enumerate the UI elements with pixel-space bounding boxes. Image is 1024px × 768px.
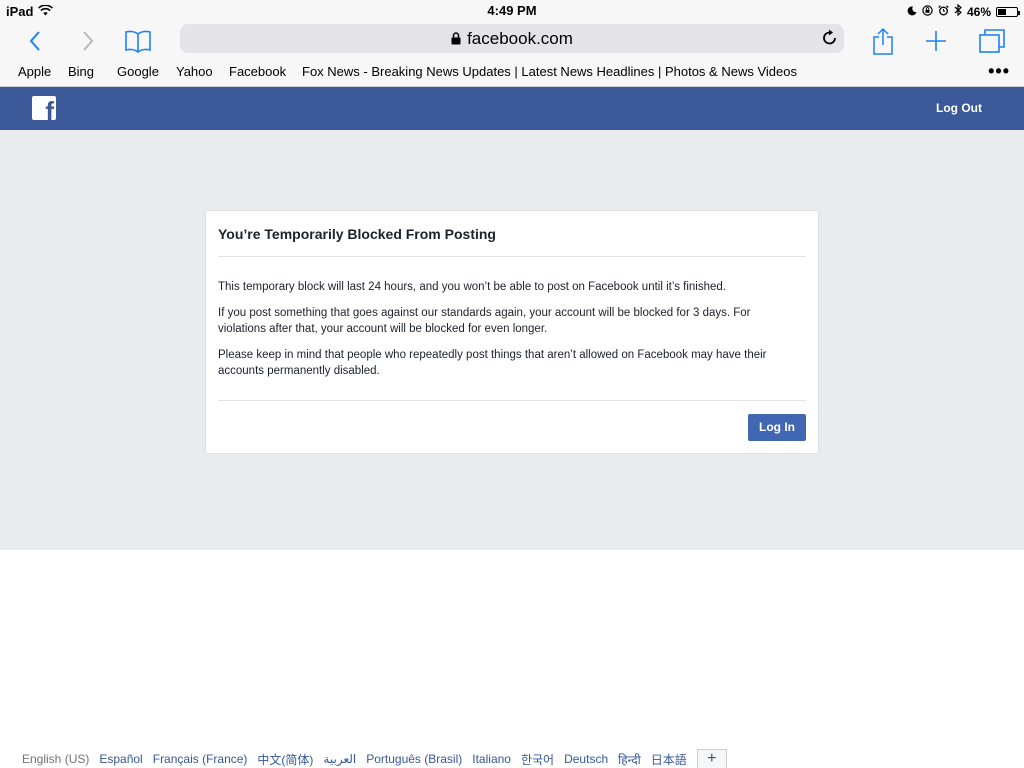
- login-button[interactable]: Log In: [748, 414, 806, 441]
- plus-icon: [926, 31, 946, 51]
- logout-link[interactable]: Log Out: [936, 101, 982, 115]
- favorite-link[interactable]: Bing: [68, 64, 94, 79]
- new-tab-button[interactable]: [919, 26, 953, 56]
- favorites-bar: Apple Bing Google Yahoo Facebook Fox New…: [0, 60, 1024, 87]
- dialog-paragraph: If you post something that goes against …: [218, 307, 751, 335]
- status-bar: iPad 4:49 PM 46%: [0, 0, 1024, 22]
- language-link[interactable]: Español: [99, 752, 142, 766]
- book-icon: [125, 30, 151, 53]
- share-icon: [873, 27, 893, 55]
- browser-toolbar: facebook.com: [0, 22, 1024, 60]
- language-current: English (US): [22, 752, 90, 766]
- forward-button[interactable]: [71, 26, 105, 56]
- facebook-logo-letter: f: [45, 96, 54, 120]
- share-button[interactable]: [866, 26, 900, 56]
- favorite-link[interactable]: Google: [117, 64, 159, 79]
- language-link[interactable]: हिन्दी: [618, 751, 641, 768]
- dialog-paragraph: This temporary block will last 24 hours,…: [218, 281, 726, 293]
- divider: [218, 256, 806, 257]
- dialog-body: This temporary block will last 24 hours,…: [218, 279, 798, 389]
- main-content: You’re Temporarily Blocked From Posting …: [0, 130, 1024, 550]
- status-right: 46%: [907, 3, 1020, 19]
- url-display[interactable]: facebook.com: [180, 29, 844, 50]
- alarm-icon: [938, 4, 949, 19]
- divider: [218, 400, 806, 401]
- favorite-link[interactable]: Facebook: [229, 64, 286, 79]
- chevron-right-icon: [83, 31, 94, 51]
- reload-icon: [823, 29, 836, 45]
- favorite-link[interactable]: Apple: [18, 64, 51, 79]
- facebook-header: f Log Out: [0, 87, 1024, 130]
- lock-icon: [451, 30, 461, 50]
- language-link[interactable]: Italiano: [472, 752, 511, 766]
- dialog-title: You’re Temporarily Blocked From Posting: [218, 226, 496, 242]
- dialog-paragraph: Please keep in mind that people who repe…: [218, 349, 767, 377]
- address-bar[interactable]: facebook.com: [180, 24, 844, 53]
- add-language-button[interactable]: +: [696, 749, 727, 768]
- bookmarks-button[interactable]: [121, 26, 155, 56]
- chevron-left-icon: [29, 31, 40, 51]
- battery-percent: 46%: [966, 4, 991, 19]
- favorite-link[interactable]: Yahoo: [176, 64, 213, 79]
- language-selector: English (US) Español Français (France) 中…: [22, 749, 727, 768]
- language-link[interactable]: 한국어: [521, 751, 554, 768]
- tabs-button[interactable]: [975, 26, 1009, 56]
- url-text: facebook.com: [467, 29, 573, 48]
- blocked-dialog: You’re Temporarily Blocked From Posting …: [205, 210, 819, 454]
- language-link[interactable]: Deutsch: [564, 752, 608, 766]
- moon-icon: [907, 5, 917, 19]
- rotation-lock-icon: [922, 4, 933, 19]
- language-link[interactable]: 日本語: [651, 751, 687, 768]
- favorite-link[interactable]: Fox News - Breaking News Updates | Lates…: [302, 64, 797, 79]
- reload-button[interactable]: [822, 28, 838, 51]
- back-button[interactable]: [18, 26, 52, 56]
- tabs-icon: [979, 29, 1005, 53]
- battery-icon: [996, 6, 1020, 17]
- battery-fill: [998, 8, 1006, 15]
- clock: 4:49 PM: [487, 3, 537, 18]
- more-favorites-button[interactable]: •••: [988, 61, 1010, 82]
- language-link[interactable]: Português (Brasil): [366, 752, 462, 766]
- language-link[interactable]: 中文(简体): [257, 751, 313, 768]
- facebook-logo[interactable]: f: [32, 96, 56, 120]
- bluetooth-icon: [954, 3, 962, 19]
- language-link[interactable]: العربية: [323, 752, 356, 766]
- language-link[interactable]: Français (France): [153, 752, 248, 766]
